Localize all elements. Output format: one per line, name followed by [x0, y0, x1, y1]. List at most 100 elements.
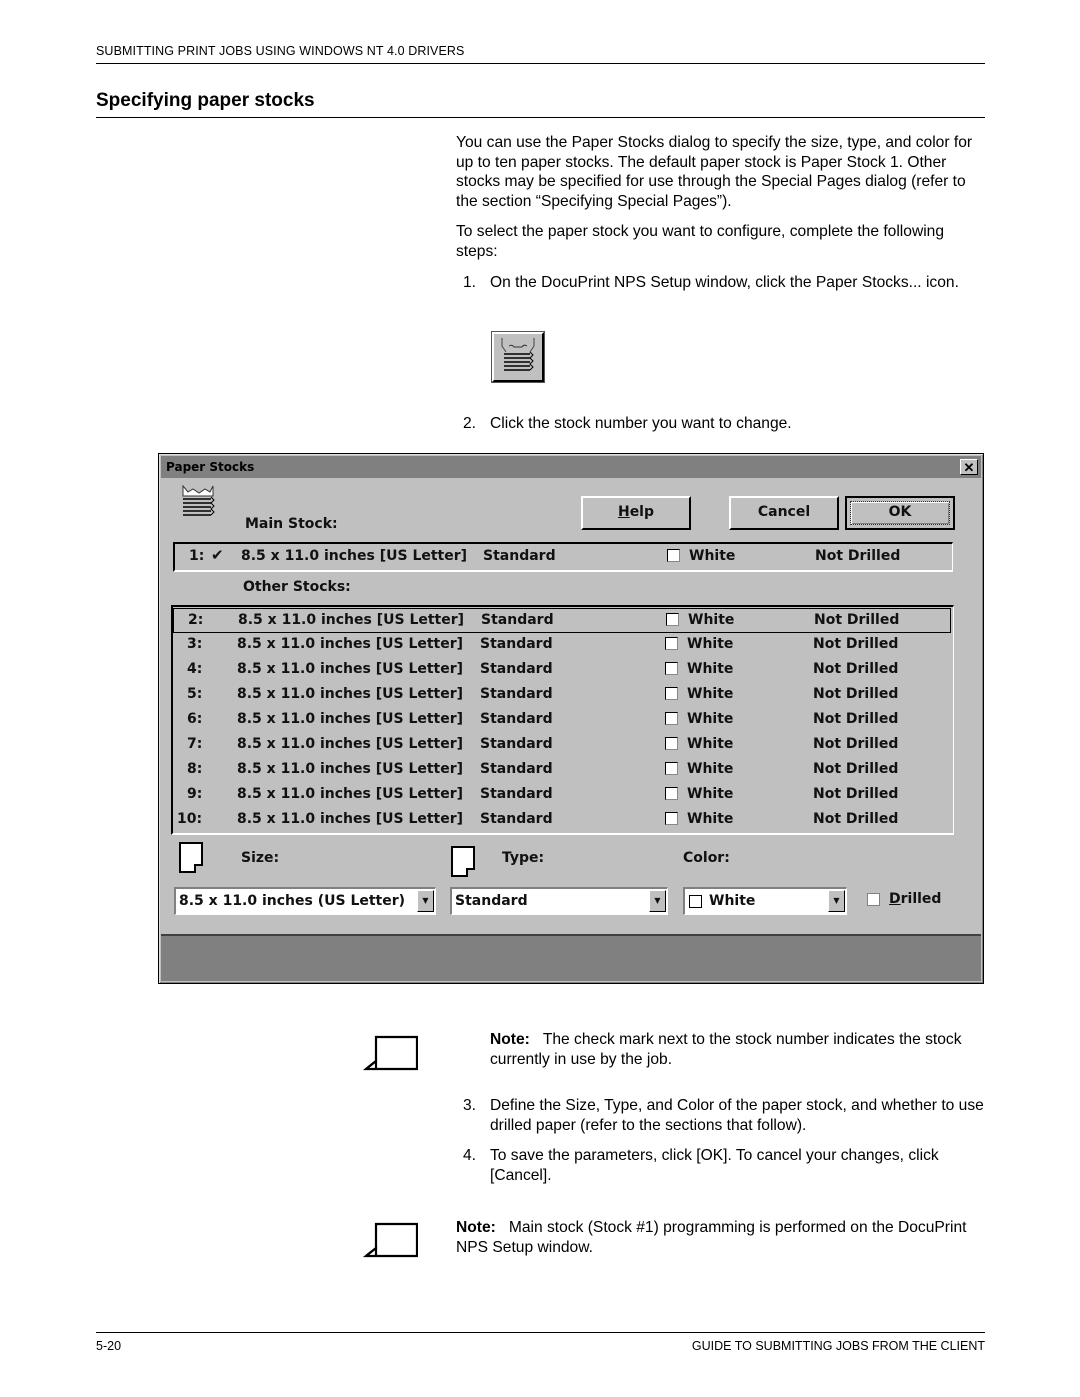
type-page-icon [451, 846, 475, 877]
step-number: 2. [463, 415, 477, 432]
stock-size: 8.5 x 11.0 inches [US Letter] [237, 736, 464, 752]
close-button[interactable]: ✕ [960, 459, 978, 475]
stock-color: White [689, 548, 736, 564]
stock-type: Standard [480, 736, 553, 752]
stock-drilled: Not Drilled [813, 711, 899, 727]
note-page-icon [362, 1222, 418, 1258]
stock-number: 10: [177, 811, 203, 827]
size-dropdown-value: 8.5 x 11.0 inches (US Letter) [179, 893, 406, 909]
stock-row[interactable]: 2: 8.5 x 11.0 inches [US Letter] Standar… [173, 608, 951, 633]
help-label: elp [629, 504, 655, 520]
steps-intro-paragraph: To select the paper stock you want to co… [456, 223, 945, 260]
stock-drilled: Not Drilled [813, 761, 899, 777]
stock-type: Standard [481, 612, 554, 628]
stock-size: 8.5 x 11.0 inches [US Letter] [237, 811, 464, 827]
paper-stocks-button[interactable] [491, 331, 545, 383]
stock-size: 8.5 x 11.0 inches [US Letter] [238, 612, 465, 628]
stock-color: White [687, 786, 734, 802]
close-icon: ✕ [963, 460, 975, 475]
stock-size: 8.5 x 11.0 inches [US Letter] [241, 548, 468, 564]
stock-drilled: Not Drilled [813, 661, 899, 677]
stock-drilled: Not Drilled [813, 786, 899, 802]
color-dropdown-value: White [709, 893, 756, 909]
stock-color: White [687, 711, 734, 727]
help-mnemonic: H [617, 504, 630, 520]
stock-drilled: Not Drilled [813, 736, 899, 752]
drilled-label[interactable]: Drilled [889, 891, 941, 907]
stock-type: Standard [480, 661, 553, 677]
type-dropdown[interactable]: Standard ▼ [450, 887, 668, 915]
size-dropdown[interactable]: 8.5 x 11.0 inches (US Letter) ▼ [174, 887, 436, 915]
drilled-mnemonic: D [889, 891, 901, 907]
main-stock-row[interactable]: 1: ✔ 8.5 x 11.0 inches [US Letter] Stand… [173, 542, 953, 572]
stock-type: Standard [480, 711, 553, 727]
drilled-checkbox[interactable] [867, 893, 880, 906]
color-dropdown[interactable]: White ▼ [683, 887, 847, 915]
stock-size: 8.5 x 11.0 inches [US Letter] [237, 711, 464, 727]
color-swatch [666, 613, 679, 626]
dialog-titlebar: Paper Stocks ✕ [161, 456, 981, 478]
note-text: The check mark next to the stock number … [490, 1031, 962, 1068]
paper-stocks-dialog: Paper Stocks ✕ Main Stock: Help Cancel O… [158, 453, 984, 984]
paper-stack-icon [501, 338, 535, 371]
stock-color: White [687, 761, 734, 777]
stock-size: 8.5 x 11.0 inches [US Letter] [237, 686, 464, 702]
step-text: Define the Size, Type, and Color of the … [490, 1097, 984, 1134]
stock-size: 8.5 x 11.0 inches [US Letter] [237, 761, 464, 777]
stock-color: White [687, 661, 734, 677]
step-number: 3. [463, 1097, 477, 1114]
stock-number: 2: [188, 612, 204, 628]
ok-label: OK [888, 504, 912, 520]
step-text: Click the stock number you want to chang… [490, 415, 792, 432]
stock-row[interactable]: 5: 8.5 x 11.0 inches [US Letter] Standar… [173, 683, 951, 708]
color-swatch [665, 737, 678, 750]
stock-drilled: Not Drilled [813, 686, 899, 702]
current-stock-check-icon: ✔ [211, 546, 224, 564]
size-label: Size: [241, 850, 280, 866]
stock-color: White [687, 636, 734, 652]
stock-color: White [687, 736, 734, 752]
dialog-status-area [161, 934, 981, 981]
stock-color: White [687, 686, 734, 702]
type-dropdown-value: Standard [455, 893, 528, 909]
dialog-title: Paper Stocks [166, 460, 255, 474]
stock-drilled: Not Drilled [815, 548, 901, 564]
stock-number: 1: [189, 548, 205, 564]
stock-type: Standard [480, 686, 553, 702]
color-swatch [665, 762, 678, 775]
note-1: Note: The check mark next to the stock n… [490, 1030, 990, 1069]
stock-row[interactable]: 4: 8.5 x 11.0 inches [US Letter] Standar… [173, 658, 951, 683]
ok-button[interactable]: OK [845, 496, 955, 530]
cancel-button[interactable]: Cancel [729, 496, 839, 530]
stock-number: 6: [187, 711, 203, 727]
header-rule [96, 63, 985, 64]
paper-stack-icon [182, 484, 215, 516]
chevron-down-icon[interactable]: ▼ [828, 890, 845, 912]
chevron-down-icon[interactable]: ▼ [649, 890, 666, 912]
note-page-icon [362, 1035, 418, 1071]
chevron-down-icon[interactable]: ▼ [417, 890, 434, 912]
step-number: 4. [463, 1147, 477, 1164]
color-swatch [665, 787, 678, 800]
step-text: To save the parameters, click [OK]. To c… [490, 1147, 939, 1184]
stock-row[interactable]: 10: 8.5 x 11.0 inches [US Letter] Standa… [173, 808, 951, 833]
stock-size: 8.5 x 11.0 inches [US Letter] [237, 661, 464, 677]
stock-row[interactable]: 9: 8.5 x 11.0 inches [US Letter] Standar… [173, 783, 951, 808]
intro-paragraph: You can use the Paper Stocks dialog to s… [456, 134, 973, 210]
other-stocks-list[interactable]: 2: 8.5 x 11.0 inches [US Letter] Standar… [171, 605, 954, 835]
stock-row[interactable]: 8: 8.5 x 11.0 inches [US Letter] Standar… [173, 758, 951, 783]
stock-row[interactable]: 3: 8.5 x 11.0 inches [US Letter] Standar… [173, 633, 951, 658]
stock-size: 8.5 x 11.0 inches [US Letter] [237, 786, 464, 802]
stock-number: 8: [187, 761, 203, 777]
stock-row[interactable]: 6: 8.5 x 11.0 inches [US Letter] Standar… [173, 708, 951, 733]
note-label: Note: [456, 1219, 496, 1236]
stock-color: White [687, 811, 734, 827]
color-swatch [665, 687, 678, 700]
stock-drilled: Not Drilled [813, 811, 899, 827]
stock-type: Standard [483, 548, 556, 564]
stock-row[interactable]: 7: 8.5 x 11.0 inches [US Letter] Standar… [173, 733, 951, 758]
main-stock-label: Main Stock: [245, 516, 338, 532]
color-swatch [665, 662, 678, 675]
help-button[interactable]: Help [581, 496, 691, 530]
size-page-icon [179, 842, 203, 873]
